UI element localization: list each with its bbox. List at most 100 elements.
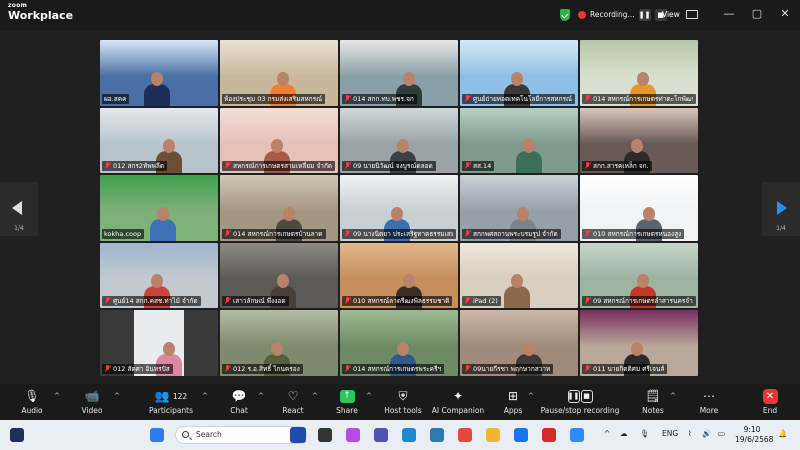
video-label: Video (81, 406, 103, 415)
maximize-button[interactable]: ▢ (750, 8, 764, 19)
close-window-button[interactable]: ✕ (778, 8, 792, 19)
participant-tile[interactable]: 011 นายกิตติศม ศรีเจนส์ (580, 310, 698, 376)
participant-tile[interactable]: 014 สหกรณ์การเกษตรท่าตะโกพัฒนา (580, 40, 698, 106)
previous-page-button[interactable]: 1/4 (0, 182, 38, 236)
view-button[interactable]: View (662, 6, 698, 23)
page-indicator-left: 1/4 (14, 225, 24, 232)
participant-tile[interactable]: เสาวลักษณ์ พึ่งงอด (220, 242, 338, 309)
notification-bell-icon[interactable]: 🔔 (778, 429, 787, 438)
mic-muted-icon (224, 162, 231, 170)
participant-tile[interactable]: ผอ.สคค (100, 40, 218, 106)
participant-name: iPad (2) (473, 297, 498, 306)
participant-tile[interactable]: สส.14 (460, 107, 578, 174)
store-icon[interactable] (430, 428, 444, 442)
participants-button[interactable]: 👥 122 Participants (146, 388, 196, 415)
participant-tile[interactable]: 010 สหกรณ์ลาดรีฒงพิลธรรมชาติ (340, 242, 458, 309)
acrobat-icon[interactable] (542, 428, 556, 442)
share-button[interactable]: ↑ Share (330, 388, 364, 415)
chat-options-caret[interactable]: ^ (258, 392, 264, 400)
next-page-button[interactable]: 1/4 (762, 182, 800, 236)
microphone-icon: 🎙 (24, 389, 40, 403)
participant-name: 09 สหกรณ์การเกษตรลำสารนครจำกัด (593, 297, 693, 306)
participant-name: 09 นางนิตยา ประเสริฐทาดธรรมเสมอ (353, 229, 453, 238)
share-options-caret[interactable]: ^ (366, 392, 372, 400)
react-button[interactable]: ♡ React (276, 388, 310, 415)
taskbar-app-icon[interactable] (514, 428, 528, 442)
participant-tile[interactable]: สกกพศสถานพระบรมรูป จำกัด (460, 175, 578, 241)
windows-start-icon[interactable] (150, 428, 164, 442)
participant-tile[interactable]: 09 นางนิตยา ประเสริฐทาดธรรมเสมอ (340, 175, 458, 241)
ai-companion-button[interactable]: ✦ AI Companion (430, 388, 486, 415)
language-indicator[interactable]: ENG (662, 429, 678, 438)
participant-name: ห้องประชุม 03 กรมส่งเสริมสหกรณ์ (224, 94, 323, 103)
pause-recording-button[interactable]: ❚❚ (638, 8, 651, 21)
participant-tile[interactable]: ศูนย์ถ่ายทอดเทคโนโลยีการสหกรณ์ (460, 40, 578, 106)
chat-button[interactable]: 💬 Chat (222, 388, 256, 415)
video-button[interactable]: 📹 Video (74, 388, 110, 415)
recording-dot-icon (578, 10, 586, 19)
host-tools-button[interactable]: ⛨ Host tools (382, 388, 424, 416)
battery-icon[interactable]: ▭ (718, 429, 725, 438)
participants-icon: 👥 (154, 389, 170, 403)
participant-tile[interactable]: 014 สกก.ทบ.พชร.จก (340, 40, 458, 106)
end-meeting-button[interactable]: ✕ End (756, 388, 784, 415)
mic-muted-icon (464, 364, 471, 373)
system-clock[interactable]: 9:10 19/6/2568 (735, 425, 773, 445)
windows-taskbar: Search ^ ☁ 🎙 ENG ⌇ 🔊 ▭ 9:10 19/6/2568 🔔 (0, 420, 800, 450)
apps-button[interactable]: ⊞ Apps (498, 388, 528, 415)
taskbar-search-box[interactable]: Search (175, 426, 307, 444)
participant-tile[interactable]: 09นายกีรชา พฤกษากสวาท (460, 310, 578, 376)
participant-tile[interactable]: 012 สัตศา อินทรปัส (100, 310, 218, 376)
participant-tile[interactable]: kokha.coop (100, 175, 218, 241)
pause-stop-recording-button[interactable]: ❚❚ ■ Pause/stop recording (538, 388, 622, 415)
chrome-icon[interactable] (458, 428, 472, 442)
encryption-shield-icon[interactable] (560, 8, 570, 21)
participant-tile[interactable]: 09 สหกรณ์การเกษตรลำสารนครจำกัด (580, 242, 698, 309)
teams-icon[interactable] (374, 428, 388, 442)
participant-name-tag: 014 สหกรณ์การเกษตรพระครีฯ (342, 363, 445, 374)
notes-button[interactable]: 🗒 Notes (638, 388, 668, 415)
apps-options-caret[interactable]: ^ (528, 392, 534, 400)
zoom-taskbar-icon[interactable] (570, 428, 584, 442)
file-explorer-icon[interactable] (486, 428, 500, 442)
recording-label: Recording... (590, 10, 635, 19)
participant-tile[interactable]: 014 สหกรณ์การเกษตรบ้านลาด (220, 175, 338, 241)
tray-microphone-icon[interactable]: 🎙 (640, 429, 650, 438)
participant-name: 011 นายกิตติศม ศรีเจนส์ (593, 364, 665, 373)
audio-button[interactable]: 🎙 Audio (14, 388, 50, 415)
notes-options-caret[interactable]: ^ (670, 392, 676, 400)
participant-name-tag: 011 นายกิตติศม ศรีเจนส์ (582, 363, 668, 374)
participant-tile[interactable]: ศูนย์14 สกก.คสช.ท่าไม้ จำกัด (100, 242, 218, 309)
cloud-icon[interactable]: ☁ (620, 429, 628, 438)
participant-tile[interactable]: 012 สกร2ทัพพลีด (100, 107, 218, 174)
mic-muted-icon (584, 162, 591, 170)
participants-options-caret[interactable]: ^ (202, 392, 208, 400)
audio-label: Audio (21, 406, 43, 415)
more-dots-icon: ⋯ (703, 389, 715, 403)
participant-tile[interactable]: iPad (2) (460, 242, 578, 309)
video-options-caret[interactable]: ^ (114, 392, 120, 400)
edge-icon[interactable] (402, 428, 416, 442)
participant-tile[interactable]: สหกรณ์การเกษตรสามเหลี่ยม จำกัด (220, 107, 338, 174)
participant-tile[interactable]: 010 สหกรณ์การเกษตรหนองสูง (580, 175, 698, 241)
tray-overflow-chevron-icon[interactable]: ^ (604, 429, 610, 438)
volume-icon[interactable]: 🔊 (702, 429, 711, 438)
minimize-button[interactable]: — (722, 8, 736, 19)
react-options-caret[interactable]: ^ (312, 392, 318, 400)
participant-tile[interactable]: 09 นายนิวัฒน์ จงบูรณ์ดลอด (340, 107, 458, 174)
mic-muted-icon (584, 364, 591, 373)
taskbar-flag-icon[interactable] (290, 427, 306, 443)
video-camera-icon: 📹 (84, 389, 100, 403)
wifi-icon[interactable]: ⌇ (688, 429, 692, 438)
participant-name-tag: 09นายกีรชา พฤกษากสวาท (462, 363, 554, 374)
task-view-icon[interactable] (318, 428, 332, 442)
participant-tile[interactable]: 014 สหกรณ์การเกษตรพระครีฯ (340, 310, 458, 376)
participant-tile[interactable]: 012 ร.อ.สิทธิ์ ไกนครอง (220, 310, 338, 376)
audio-options-caret[interactable]: ^ (54, 392, 60, 400)
participant-tile[interactable]: สกก.สารคเหล็ก จก. (580, 107, 698, 174)
weather-widget-icon[interactable] (10, 428, 24, 442)
participant-name-tag: เสาวลักษณ์ พึ่งงอด (222, 296, 289, 307)
copilot-icon[interactable] (346, 428, 360, 442)
participant-tile[interactable]: ห้องประชุม 03 กรมส่งเสริมสหกรณ์ (220, 40, 338, 106)
more-button[interactable]: ⋯ More (694, 388, 724, 415)
